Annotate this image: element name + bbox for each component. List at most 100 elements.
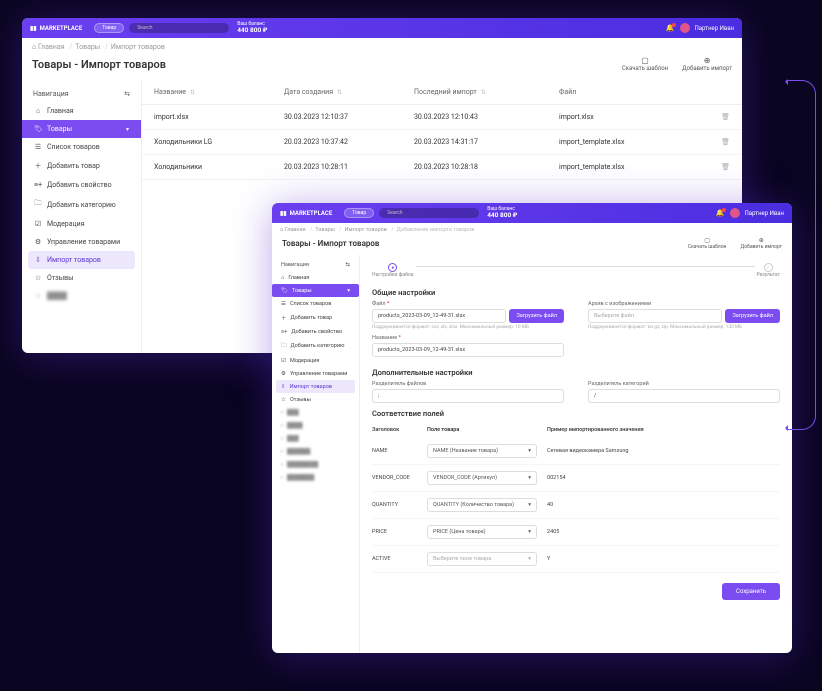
sidebar-item-add-property[interactable]: ≡+Добавить свойство xyxy=(276,325,355,338)
page-header: Товары - Импорт товаров ▢Скачать шаблон … xyxy=(22,56,742,80)
map-select[interactable]: VENDOR_CODE (Артикул)▾ xyxy=(427,471,537,485)
map-select[interactable]: Выберите поле товара▾ xyxy=(427,552,537,566)
breadcrumb: ⌂ Главная /Товары /Импорт товаров xyxy=(22,38,742,56)
upload-file-button[interactable]: Загрузить файл xyxy=(509,309,564,323)
avatar[interactable] xyxy=(730,208,740,218)
cell-created: 20.03.2023 10:37:42 xyxy=(284,138,414,146)
brand-text: MARKETPLACE xyxy=(40,25,83,32)
avatar[interactable] xyxy=(680,23,690,33)
map-select[interactable]: PRICE (Цена товара)▾ xyxy=(427,525,537,539)
logo[interactable]: ▮▮ MARKETPLACE xyxy=(30,25,82,32)
sort-icon[interactable]: ⇅ xyxy=(481,89,486,96)
name-input[interactable]: products_2023-03-09_12-49-31.xlsx xyxy=(372,343,564,357)
sidebar-item-moderation[interactable]: ☑Модерация xyxy=(28,215,135,233)
map-example: 002154 xyxy=(547,475,780,481)
crumb-products[interactable]: Товары xyxy=(75,43,100,51)
sidebar-item-add-property[interactable]: ≡+Добавить свойство xyxy=(28,176,135,194)
folder-icon: 🗀 xyxy=(34,199,42,210)
download-template-button[interactable]: ▢Скачать шаблон xyxy=(622,56,668,72)
tag-icon: 🏷 xyxy=(281,288,288,294)
archive-input[interactable]: Выберите файл xyxy=(588,309,722,323)
logo[interactable]: ▮▮ MARKETPLACE xyxy=(280,210,332,217)
sidebar-item-import[interactable]: ⇩Импорт товаров xyxy=(276,380,355,393)
sidebar-item-products[interactable]: 🏷Товары▾ xyxy=(272,284,359,297)
map-select[interactable]: NAME (Название товара)▾ xyxy=(427,444,537,458)
add-import-button[interactable]: ⊕Добавить импорт xyxy=(740,237,782,250)
stepper: ●Настройки файла ✓Результат xyxy=(372,263,780,278)
cell-name: Холодильники LG xyxy=(154,138,284,146)
map-select[interactable]: QUANTITY (Количество товара)▾ xyxy=(427,498,537,512)
panel-add-import: ▮▮ MARKETPLACE Товар Search Ваш баланс44… xyxy=(272,203,792,653)
file-hint: Поддерживается формат: csv, xls, xlsx. М… xyxy=(372,325,564,330)
bell-icon[interactable]: 🔔 xyxy=(666,24,675,32)
delim-cats-input[interactable]: / xyxy=(588,389,780,403)
map-example: 2405 xyxy=(547,529,780,535)
th-file[interactable]: Файл xyxy=(559,88,576,96)
table-row[interactable]: Холодильники LG 20.03.2023 10:37:42 20.0… xyxy=(142,130,742,155)
add-import-button[interactable]: ⊕Добавить импорт xyxy=(682,56,732,72)
th-last[interactable]: Последний импорт xyxy=(414,88,477,96)
sidebar-item-import[interactable]: ⇩Импорт товаров xyxy=(28,251,135,269)
table-row[interactable]: Холодильники 20.03.2023 10:28:11 20.03.2… xyxy=(142,155,742,180)
label-delim-files: Разделитель файлов xyxy=(372,381,564,387)
download-template-button[interactable]: ▢Скачать шаблон xyxy=(688,237,727,250)
bell-icon[interactable]: 🔔 xyxy=(716,209,725,217)
sidebar-item-products[interactable]: 🏷Товары▾ xyxy=(22,120,141,138)
form-main: ●Настройки файла ✓Результат Общие настро… xyxy=(360,255,792,653)
user-name[interactable]: Партнер Иван xyxy=(745,210,785,217)
step-2: ✓Результат xyxy=(757,263,780,278)
products-badge[interactable]: Товар xyxy=(344,208,374,218)
map-header: NAME xyxy=(372,448,427,454)
section-additional: Дополнительные настройки xyxy=(372,368,780,377)
table-row[interactable]: import.xlsx 30.03.2023 12:10:37 30.03.20… xyxy=(142,105,742,130)
sort-icon[interactable]: ⇅ xyxy=(190,89,195,96)
chevron-down-icon: ▾ xyxy=(528,448,531,454)
sidebar-item-reviews[interactable]: ☆Отзывы xyxy=(28,269,135,287)
search-input[interactable]: Search xyxy=(379,208,479,218)
delete-icon[interactable]: 🗑 xyxy=(716,113,730,121)
cell-last: 20.03.2023 14:31:17 xyxy=(414,138,559,146)
cell-created: 20.03.2023 10:28:11 xyxy=(284,163,414,171)
star-icon: ☆ xyxy=(34,274,42,282)
map-example: Y xyxy=(547,556,780,562)
th-name[interactable]: Название xyxy=(154,88,186,96)
file-input[interactable]: products_2023-03-09_12-49-31.xlsx xyxy=(372,309,506,323)
collapse-icon[interactable]: ⇆ xyxy=(345,262,350,268)
delete-icon[interactable]: 🗑 xyxy=(716,163,730,171)
user-name[interactable]: Партнер Иван xyxy=(695,25,735,32)
delim-files-input[interactable]: ; xyxy=(372,389,564,403)
sidebar-item-manage-products[interactable]: ⚙Управление товарами xyxy=(276,367,355,380)
sidebar-item-product-list[interactable]: ☰Список товаров xyxy=(276,297,355,310)
sidebar-item-add-product[interactable]: ＋Добавить товар xyxy=(28,156,135,176)
sidebar-item-reviews[interactable]: ☆Отзывы xyxy=(276,393,355,406)
sidebar-item-moderation[interactable]: ☑Модерация xyxy=(276,354,355,367)
upload-archive-button[interactable]: Загрузить файл xyxy=(725,309,780,323)
chevron-down-icon: ▾ xyxy=(528,475,531,481)
sidebar-item-product-list[interactable]: ☰Список товаров xyxy=(28,138,135,156)
collapse-icon[interactable]: ⇆ xyxy=(124,90,130,98)
import-icon: ⇩ xyxy=(34,256,42,264)
balance: Ваш баланс440 800 ₽ xyxy=(237,22,267,35)
list-icon: ☰ xyxy=(34,143,42,151)
home-icon: ⌂ xyxy=(34,107,42,115)
save-button[interactable]: Сохранить xyxy=(722,583,780,600)
chevron-down-icon: ▾ xyxy=(126,126,129,133)
sidebar-item-manage-products[interactable]: ⚙Управление товарами xyxy=(28,233,135,251)
sidebar-item-home[interactable]: ⌂Главная xyxy=(276,271,355,284)
mapping-row: VENDOR_CODE VENDOR_CODE (Артикул)▾ 00215… xyxy=(372,465,780,492)
label-file: Файл xyxy=(372,301,564,307)
sort-icon[interactable]: ⇅ xyxy=(337,89,342,96)
download-icon: ▢ xyxy=(622,56,668,65)
search-input[interactable]: Search xyxy=(129,23,229,33)
products-badge[interactable]: Товар xyxy=(94,23,124,33)
sidebar-item-home[interactable]: ⌂Главная xyxy=(28,102,135,120)
balance: Ваш баланс440 800 ₽ xyxy=(487,207,517,220)
label-name: Название xyxy=(372,335,564,341)
th-created[interactable]: Дата создания xyxy=(284,88,333,96)
delete-icon[interactable]: 🗑 xyxy=(716,138,730,146)
crumb-home[interactable]: Главная xyxy=(38,43,65,51)
sidebar-item-add-category[interactable]: 🗀Добавить категорию xyxy=(28,194,135,215)
mapping-row: QUANTITY QUANTITY (Количество товара)▾ 4… xyxy=(372,492,780,519)
sidebar-item-add-product[interactable]: ＋Добавить товар xyxy=(276,310,355,325)
sidebar-item-add-category[interactable]: 🗀Добавить категорию xyxy=(276,338,355,354)
